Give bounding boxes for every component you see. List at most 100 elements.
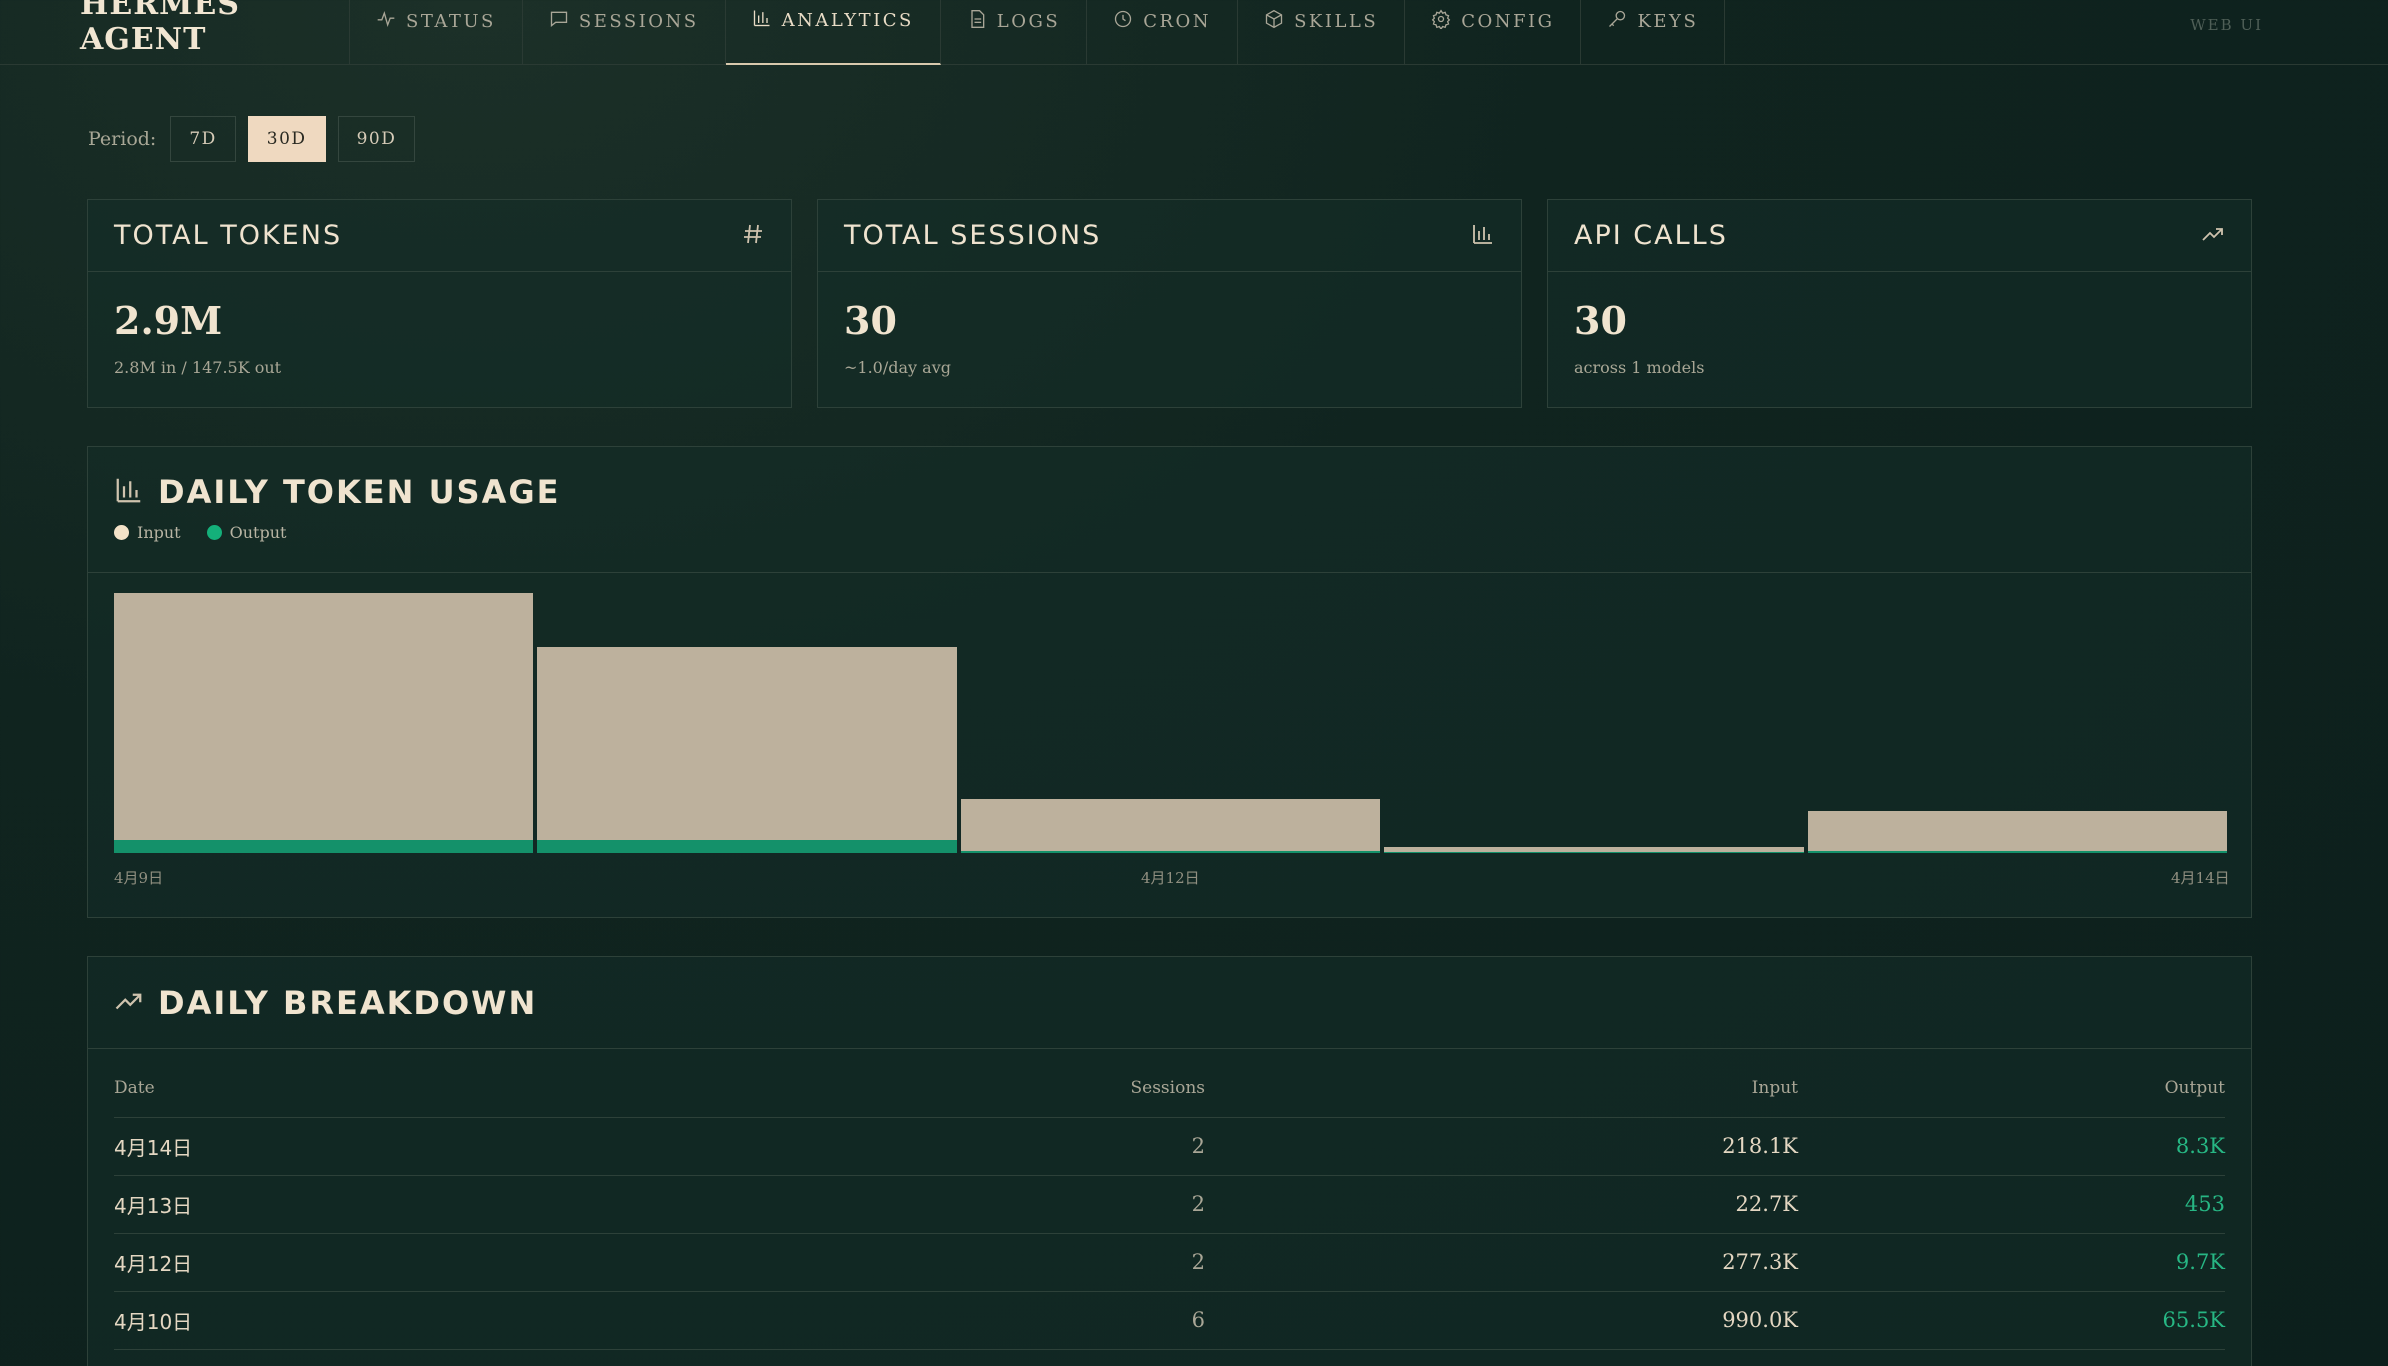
- tab-logs[interactable]: LOGS: [941, 0, 1088, 65]
- tab-analytics[interactable]: ANALYTICS: [725, 0, 941, 65]
- tab-logs-label: LOGS: [996, 11, 1061, 32]
- tab-sessions-label: SESSIONS: [578, 11, 699, 32]
- row-sessions: 2: [614, 1117, 1205, 1176]
- legend-item-output: Output: [206, 523, 287, 542]
- file-icon: [967, 9, 987, 34]
- tab-skills-label: SKILLS: [1294, 11, 1379, 32]
- bar-input: [960, 799, 1381, 851]
- table-row[interactable]: 4月12日 2 277.3K 9.7K: [114, 1233, 2225, 1292]
- stat-title: TOTAL TOKENS: [114, 220, 343, 251]
- period-7d-button[interactable]: 7D: [170, 116, 236, 162]
- row-output: 453: [1798, 1175, 2225, 1234]
- tab-cron-label: CRON: [1143, 11, 1212, 32]
- clock-icon: [1113, 9, 1133, 34]
- row-date: 4月12日: [114, 1233, 614, 1292]
- tab-status-label: STATUS: [406, 11, 496, 32]
- period-label: Period:: [88, 128, 157, 150]
- row-input: 277.3K: [1205, 1233, 1798, 1292]
- bar-output: [1807, 851, 2227, 853]
- period-30d-button[interactable]: 30D: [247, 116, 326, 162]
- x-tick-label: 4月14日: [2171, 869, 2230, 887]
- column-header-date[interactable]: Date: [114, 1059, 614, 1118]
- bar-output: [1384, 852, 1804, 853]
- chart-title: DAILY TOKEN USAGE: [158, 473, 561, 511]
- package-icon: [1264, 9, 1284, 34]
- trending-up-icon: [114, 986, 144, 1020]
- row-input: 990.0K: [1205, 1291, 1798, 1350]
- tab-keys[interactable]: KEYS: [1581, 0, 1726, 65]
- row-date: 4月14日: [114, 1117, 614, 1176]
- stat-card-total-tokens: TOTAL TOKENS 2.9M 2.8M in / 147.5K out: [87, 199, 792, 408]
- stat-card-api-calls: API CALLS 30 across 1 models: [1547, 199, 2252, 408]
- stat-title: TOTAL SESSIONS: [844, 220, 1102, 251]
- row-sessions: 6: [614, 1291, 1205, 1350]
- bar-day[interactable]: [1807, 810, 2227, 853]
- tab-keys-label: KEYS: [1637, 11, 1699, 32]
- bar-day[interactable]: [114, 593, 534, 853]
- legend-output-label: Output: [229, 523, 287, 542]
- bar-day[interactable]: [1384, 847, 1804, 853]
- bar-chart-icon: [1471, 222, 1495, 250]
- web-ui-label: WEB UI: [2190, 16, 2263, 34]
- table-row[interactable]: 4月10日 6 990.0K 65.5K: [114, 1291, 2225, 1350]
- stat-card-total-sessions: TOTAL SESSIONS 30 ~1.0/day avg: [817, 199, 1522, 408]
- chart-plot-area: [114, 593, 2227, 853]
- stat-title: API CALLS: [1574, 220, 1728, 251]
- bar-input: [114, 593, 534, 840]
- stat-subtext: 2.8M in / 147.5K out: [114, 358, 282, 377]
- row-output: 65.5K: [1798, 1291, 2225, 1350]
- tab-skills[interactable]: SKILLS: [1238, 0, 1406, 65]
- chart-legend: Input Output: [114, 523, 2225, 542]
- hash-icon: [741, 222, 765, 250]
- message-icon: [549, 9, 569, 34]
- stat-value: 2.9M: [114, 298, 223, 343]
- period-selector: Period: 7D 30D 90D: [88, 116, 416, 162]
- bar-day[interactable]: [537, 646, 957, 853]
- table-row[interactable]: 4月14日 2 218.1K 8.3K: [114, 1117, 2225, 1176]
- breakdown-title: DAILY BREAKDOWN: [158, 983, 538, 1022]
- bar-input: [1807, 810, 2227, 852]
- breakdown-table: Date Sessions Input Output 4月14日 2 218.1…: [114, 1059, 2225, 1350]
- stat-value: 30: [844, 298, 897, 343]
- bar-chart-icon: [752, 8, 772, 33]
- tab-cron[interactable]: CRON: [1087, 0, 1239, 65]
- tab-config[interactable]: CONFIG: [1405, 0, 1582, 65]
- input-legend-swatch: [114, 525, 129, 540]
- bar-day[interactable]: [960, 799, 1381, 853]
- tab-config-label: CONFIG: [1461, 11, 1555, 32]
- bar-output: [960, 850, 1381, 853]
- gear-icon: [1431, 9, 1451, 34]
- daily-token-usage-panel: DAILY TOKEN USAGE Input Output 4月9日 4月12…: [87, 446, 2252, 918]
- output-legend-swatch: [206, 525, 222, 540]
- tab-sessions[interactable]: SESSIONS: [523, 0, 726, 65]
- legend-input-label: Input: [137, 523, 181, 542]
- row-date: 4月13日: [114, 1175, 614, 1234]
- bar-input: [537, 646, 957, 840]
- row-output: 8.3K: [1798, 1117, 2225, 1176]
- activity-icon: [376, 9, 396, 34]
- period-90d-button[interactable]: 90D: [337, 116, 416, 162]
- key-icon: [1607, 9, 1627, 34]
- column-header-output[interactable]: Output: [1798, 1059, 2225, 1118]
- tab-status[interactable]: STATUS: [350, 0, 523, 65]
- stat-subtext: ~1.0/day avg: [844, 358, 951, 377]
- brand-logo[interactable]: HERMES AGENT: [0, 0, 350, 65]
- tab-analytics-label: ANALYTICS: [781, 10, 914, 31]
- table-row[interactable]: 4月13日 2 22.7K 453: [114, 1175, 2225, 1234]
- trending-up-icon: [2201, 222, 2225, 250]
- legend-item-input: Input: [114, 523, 181, 542]
- row-date: 4月10日: [114, 1291, 614, 1350]
- column-header-input[interactable]: Input: [1205, 1059, 1798, 1118]
- bar-output: [114, 839, 534, 853]
- row-input: 218.1K: [1205, 1117, 1798, 1176]
- row-output: 9.7K: [1798, 1233, 2225, 1292]
- bar-chart-icon: [114, 475, 144, 509]
- row-input: 22.7K: [1205, 1175, 1798, 1234]
- x-tick-label: 4月9日: [114, 869, 164, 887]
- top-nav: HERMES AGENT STATUS SESSIONS ANALYTICS L…: [0, 0, 2388, 65]
- row-sessions: 2: [614, 1175, 1205, 1234]
- table-header-row: Date Sessions Input Output: [114, 1059, 2225, 1118]
- column-header-sessions[interactable]: Sessions: [614, 1059, 1205, 1118]
- bar-output: [537, 839, 957, 853]
- row-sessions: 2: [614, 1233, 1205, 1292]
